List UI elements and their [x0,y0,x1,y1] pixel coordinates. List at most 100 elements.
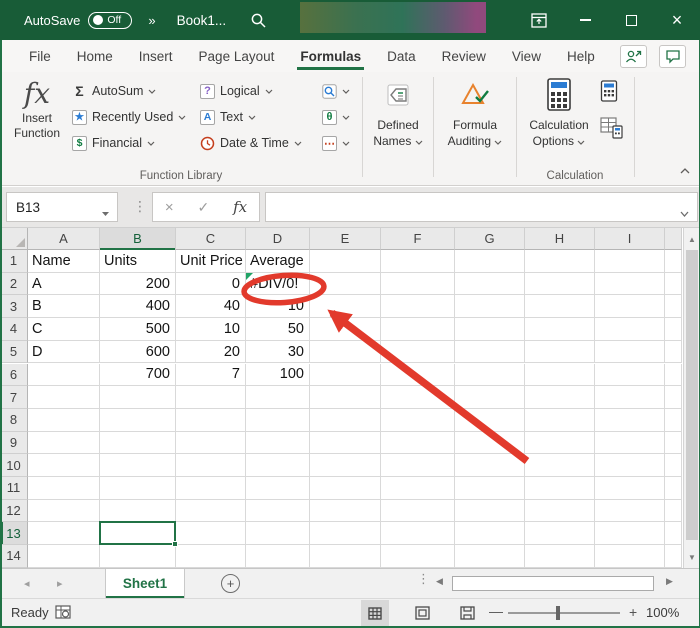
cell-F2[interactable] [381,273,455,296]
cell-clipped10[interactable] [665,454,682,477]
cell-F9[interactable] [381,432,455,455]
cell-E11[interactable] [310,477,381,500]
row-header-11[interactable]: 11 [0,477,28,500]
cell-G10[interactable] [455,454,525,477]
cell-A11[interactable] [28,477,100,500]
cell-D1[interactable]: Average [246,250,310,273]
cell-E12[interactable] [310,500,381,523]
cell-clipped12[interactable] [665,500,682,523]
row-header-3[interactable]: 3 [0,295,28,318]
tab-data[interactable]: Data [374,40,429,72]
defined-names-button[interactable]: Defined Names [363,77,433,149]
cell-H3[interactable] [525,295,595,318]
new-sheet-button[interactable]: + [221,574,240,593]
menu-recently-used[interactable]: ★Recently Used [72,104,186,130]
cell-B2[interactable]: 200 [100,273,176,296]
cell-C6[interactable]: 7 [176,364,246,387]
zoom-percentage-label[interactable]: 100% [646,605,679,620]
cell-G1[interactable] [455,250,525,273]
vertical-scrollbar-thumb[interactable] [686,250,698,540]
cell-D11[interactable] [246,477,310,500]
cell-F7[interactable] [381,386,455,409]
cell-H13[interactable] [525,522,595,545]
cell-C2[interactable]: 0 [176,273,246,296]
page-break-preview-button[interactable] [453,600,481,626]
cell-C10[interactable] [176,454,246,477]
column-header-A[interactable]: A [28,228,100,250]
cell-D10[interactable] [246,454,310,477]
cell-B3[interactable]: 400 [100,295,176,318]
row-header-8[interactable]: 8 [0,409,28,432]
cell-C14[interactable] [176,545,246,568]
cell-H10[interactable] [525,454,595,477]
cell-clipped2[interactable] [665,273,682,296]
cell-G13[interactable] [455,522,525,545]
cell-H14[interactable] [525,545,595,568]
column-header-C[interactable]: C [176,228,246,250]
cell-A1[interactable]: Name [28,250,100,273]
zoom-slider-track[interactable] [508,612,620,614]
cell-D7[interactable] [246,386,310,409]
cell-I11[interactable] [595,477,665,500]
row-header-12[interactable]: 12 [0,500,28,523]
column-header-F[interactable]: F [381,228,455,250]
menu-financial[interactable]: $Financial [72,130,186,156]
column-header-E[interactable]: E [310,228,381,250]
autosave-toggle[interactable]: Off [88,12,132,29]
tab-file[interactable]: File [16,40,64,72]
zoom-slider-handle[interactable] [556,606,560,620]
cell-A9[interactable] [28,432,100,455]
cell-B10[interactable] [100,454,176,477]
tab-review[interactable]: Review [429,40,499,72]
insert-function-button[interactable]: fx Insert Function [8,77,66,161]
name-box[interactable]: B13 [6,192,118,222]
cell-D14[interactable] [246,545,310,568]
quick-access-overflow-icon[interactable]: » [148,13,154,28]
cell-G2[interactable] [455,273,525,296]
cell-H9[interactable] [525,432,595,455]
cell-E13[interactable] [310,522,381,545]
formula-auditing-button[interactable]: Formula Auditing [436,77,514,149]
cell-B12[interactable] [100,500,176,523]
cell-C3[interactable]: 40 [176,295,246,318]
cell-A4[interactable]: C [28,318,100,341]
column-header-D[interactable]: D [246,228,310,250]
cell-F12[interactable] [381,500,455,523]
column-header-G[interactable]: G [455,228,525,250]
cell-A12[interactable] [28,500,100,523]
cell-E5[interactable] [310,341,381,364]
cell-I9[interactable] [595,432,665,455]
search-icon[interactable] [250,12,267,29]
page-layout-view-button[interactable] [408,600,436,626]
menu-date-time[interactable]: Date & Time [200,130,302,156]
cell-A7[interactable] [28,386,100,409]
tab-help[interactable]: Help [554,40,608,72]
cell-E9[interactable] [310,432,381,455]
close-button[interactable]: × [654,0,700,40]
cell-B11[interactable] [100,477,176,500]
next-sheet-icon[interactable]: ▸ [57,577,63,590]
tab-insert[interactable]: Insert [126,40,186,72]
cell-E3[interactable] [310,295,381,318]
cell-A6[interactable] [28,364,100,387]
cell-C7[interactable] [176,386,246,409]
menu-lookup-reference-icon[interactable] [322,78,350,104]
cell-clipped8[interactable] [665,409,682,432]
cell-H5[interactable] [525,341,595,364]
cell-clipped5[interactable] [665,341,682,364]
row-header-6[interactable]: 6 [0,364,28,387]
maximize-button[interactable] [608,0,654,40]
cell-F3[interactable] [381,295,455,318]
cell-I12[interactable] [595,500,665,523]
cell-E1[interactable] [310,250,381,273]
column-header-H[interactable]: H [525,228,595,250]
name-box-dropdown-icon[interactable] [101,205,110,220]
cell-C11[interactable] [176,477,246,500]
cell-G3[interactable] [455,295,525,318]
cell-I5[interactable] [595,341,665,364]
row-header-14[interactable]: 14 [0,545,28,568]
cell-H8[interactable] [525,409,595,432]
ribbon-display-options-button[interactable] [516,0,562,40]
cell-A14[interactable] [28,545,100,568]
fill-handle[interactable] [172,541,178,547]
